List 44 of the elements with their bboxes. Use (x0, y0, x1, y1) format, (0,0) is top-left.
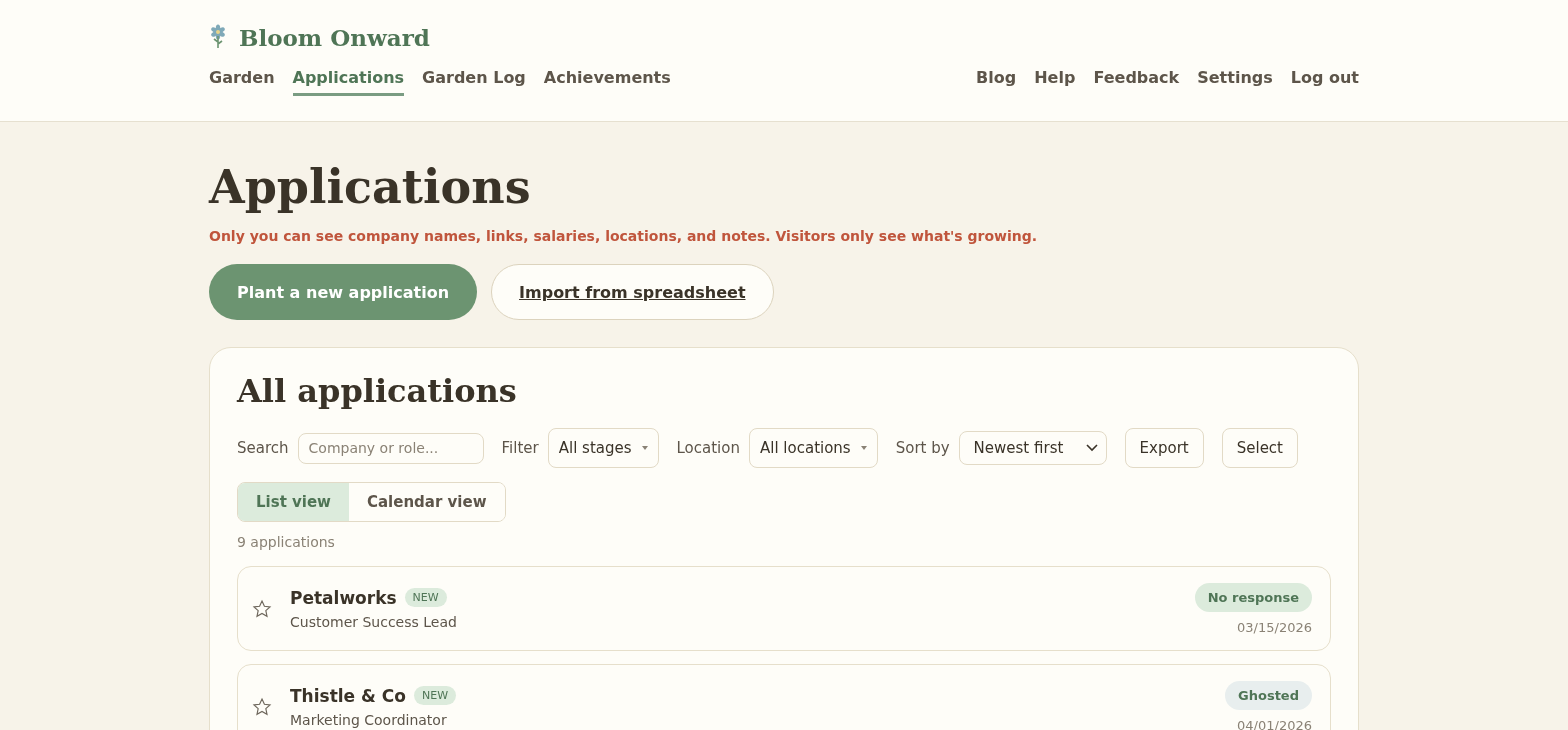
import-button[interactable]: Import from spreadsheet (491, 264, 774, 320)
new-badge: NEW (404, 588, 447, 607)
privacy-note: Only you can see company names, links, salaries, locations, and notes. Visitors only see what's growing. (209, 228, 1039, 244)
brand-name[interactable]: Bloom Onward (239, 23, 430, 51)
application-card[interactable]: Thistle & Co NEW Marketing Coordinator Ghosted 04/01/2026 (237, 664, 1331, 730)
nav-link[interactable]: Log out (1290, 68, 1359, 96)
chevron-down-icon (1085, 444, 1098, 452)
view-tab[interactable]: List view (238, 483, 349, 521)
nav-link[interactable]: Applications (292, 68, 405, 96)
action-button[interactable]: Select (1221, 428, 1298, 468)
company-name: Thistle & Co (290, 685, 406, 706)
caret-icon (860, 446, 867, 450)
filter-label: Filter (501, 439, 539, 457)
nav-link[interactable]: Feedback (1093, 68, 1180, 96)
role-title: Customer Success Lead (290, 613, 458, 630)
flower-icon (209, 24, 227, 50)
sort-select[interactable]: Newest first (958, 431, 1107, 465)
company-name: Petalworks (290, 587, 397, 608)
star-icon[interactable] (252, 696, 272, 717)
nav-link[interactable]: Garden Log (422, 68, 526, 96)
new-badge: NEW (413, 686, 456, 705)
application-count: 9 applications (237, 534, 336, 550)
nav-link[interactable]: Settings (1197, 68, 1273, 96)
page-title: Applications (209, 160, 532, 214)
nav-link[interactable]: Garden (209, 68, 275, 96)
nav-link[interactable]: Help (1034, 68, 1076, 96)
search-field[interactable]: Company or role... (297, 432, 484, 464)
star-icon[interactable] (252, 598, 272, 619)
nav-link[interactable]: Blog (976, 68, 1017, 96)
filter-dropdown[interactable]: All locations (749, 428, 878, 468)
nav-link[interactable]: Achievements (543, 68, 671, 96)
role-title: Marketing Coordinator (290, 711, 448, 728)
filter-label: Search (237, 439, 289, 457)
filter-dropdown[interactable]: All stages (547, 428, 659, 468)
caret-icon (641, 446, 648, 450)
filter-label: Sort by (895, 439, 950, 457)
status-badge: No response (1194, 582, 1312, 612)
panel-title: All applications (237, 372, 518, 410)
application-date: 03/15/2026 (1237, 619, 1312, 635)
application-card[interactable]: Petalworks NEW Customer Success Lead No response 03/15/2026 (237, 566, 1331, 651)
filter-label: Location (676, 439, 740, 457)
action-button[interactable]: Export (1124, 428, 1204, 468)
status-badge: Ghosted (1225, 680, 1312, 710)
application-date: 04/01/2026 (1237, 717, 1312, 730)
